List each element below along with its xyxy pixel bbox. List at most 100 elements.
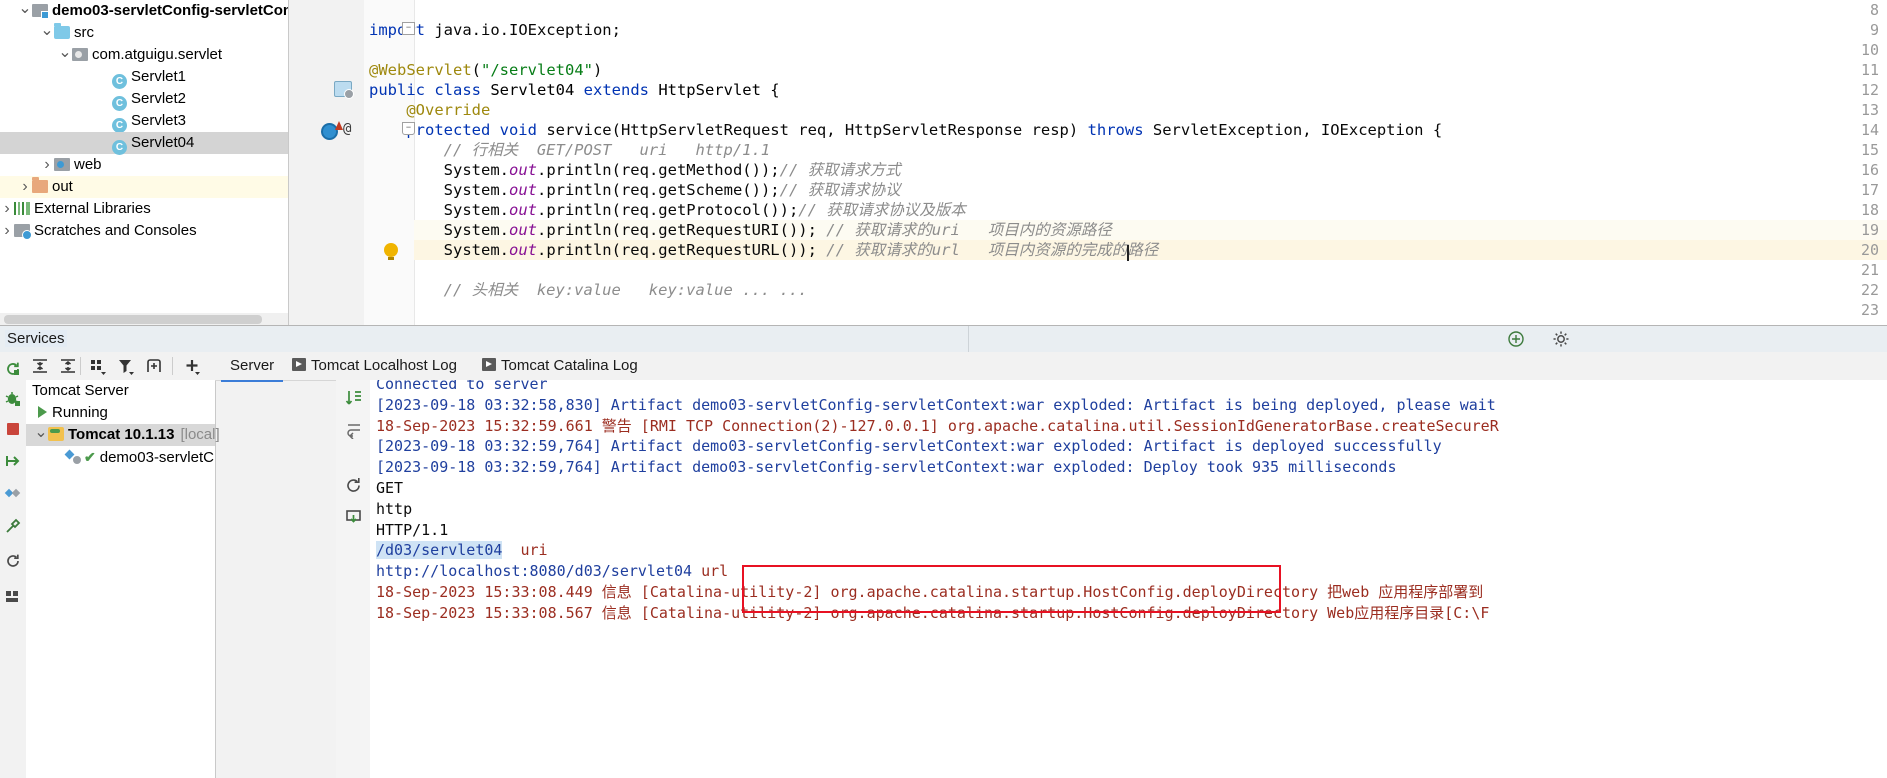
- console-token: url: [701, 562, 729, 581]
- console-line[interactable]: 18-Sep-2023 15:32:59.661 警告 [RMI TCP Con…: [376, 416, 1499, 436]
- add-tab-icon[interactable]: [144, 356, 164, 376]
- project-tree-item-com-atguigu-servlet[interactable]: ⌄ com.atguigu.servlet: [0, 44, 288, 66]
- console-token: Connected to server: [376, 380, 548, 393]
- settings-icon[interactable]: [4, 518, 22, 536]
- collapse-all-icon[interactable]: [58, 356, 78, 376]
- project-tree-item-web[interactable]: › web: [0, 154, 288, 176]
- project-tree-hscrollbar[interactable]: [4, 315, 262, 324]
- deployed-check-icon: ✔: [84, 449, 96, 465]
- project-tree-item-servlet1[interactable]: C Servlet1: [0, 66, 288, 89]
- override-at-icon[interactable]: @: [343, 121, 351, 137]
- chevron-down-icon[interactable]: ⌄: [34, 425, 48, 441]
- project-tree-item-servlet04[interactable]: C Servlet04: [0, 132, 288, 155]
- code-line[interactable]: protected void service(HttpServletReques…: [369, 120, 1442, 140]
- tab-tomcat-catalina-log[interactable]: Tomcat Catalina Log: [473, 352, 647, 380]
- project-tree-item-servlet2[interactable]: C Servlet2: [0, 88, 288, 111]
- services-tree-item-demo03-servletc[interactable]: ✔ demo03-servletC: [26, 446, 215, 468]
- toolbar-divider-2: [172, 357, 173, 375]
- redeploy-icon[interactable]: [4, 452, 22, 470]
- fold-method-icon[interactable]: −: [402, 122, 415, 135]
- console-tab-bar[interactable]: Server Tomcat Localhost Log Tomcat Catalin…: [215, 352, 1887, 382]
- highlight-annotation-box: [742, 565, 1281, 613]
- project-tree-item-servlet3[interactable]: C Servlet3: [0, 110, 288, 133]
- dashboard-icon[interactable]: [4, 588, 22, 606]
- tab-server[interactable]: Server: [221, 352, 284, 382]
- services-tree-item-tomcat-10-1-13[interactable]: ⌄ Tomcat 10.1.13 [local]: [26, 424, 220, 446]
- chevron-right-icon[interactable]: ›: [0, 220, 14, 242]
- code-editor[interactable]: 8 9 10 11 12 13 14 15 16 17 18 19 20 21 22 23 import ja…: [289, 0, 1887, 327]
- restart-icon[interactable]: [344, 476, 363, 495]
- scroll-to-end-icon[interactable]: [344, 388, 363, 407]
- console-line[interactable]: http://localhost:8080/d03/servlet04 url: [376, 561, 728, 581]
- code-line[interactable]: System.out.println(req.getRequestURL());…: [369, 240, 1159, 260]
- code-line[interactable]: // 头相关 key:value key:value ... ...: [369, 280, 808, 300]
- services-tree-item-label: Running: [52, 404, 108, 421]
- services-run-actions-strip[interactable]: [0, 352, 27, 778]
- project-tree-item-src[interactable]: ⌄ src: [0, 22, 288, 44]
- chevron-right-icon[interactable]: ›: [0, 198, 14, 220]
- code-line[interactable]: System.out.println(req.getMethod());// 获…: [369, 160, 901, 180]
- fold-minus-icon[interactable]: −: [402, 22, 415, 35]
- console-line[interactable]: [2023-09-18 03:32:58,830] Artifact demo0…: [376, 395, 1496, 415]
- add-service-icon[interactable]: [182, 356, 202, 376]
- code-line[interactable]: @WebServlet("/servlet04"): [369, 60, 602, 80]
- group-by-icon[interactable]: [88, 356, 108, 376]
- console-line[interactable]: [2023-09-18 03:32:59,764] Artifact demo0…: [376, 436, 1442, 456]
- console-token: http://localhost:8080/d03/servlet04: [376, 562, 693, 581]
- project-tree-item-demo03-servletconfig-servletcon[interactable]: ⌄ demo03-servletConfig-servletCon: [0, 0, 288, 22]
- code-line[interactable]: // 行相关 GET/POST uri http/1.1: [369, 140, 770, 160]
- deploy-icon[interactable]: [4, 484, 22, 502]
- intention-bulb-icon[interactable]: [384, 243, 398, 260]
- code-token: @Override: [406, 101, 491, 119]
- restart-icon[interactable]: [4, 552, 22, 570]
- hide-icon[interactable]: [1507, 330, 1525, 348]
- code-token: out: [508, 161, 537, 179]
- project-tool-window[interactable]: ⌄ demo03-servletConfig-servletCon ⌄ src ⌄ com…: [0, 0, 289, 327]
- services-tree[interactable]: Tomcat Server Running ⌄ Tomcat 10.1.13 [loca…: [26, 380, 220, 778]
- filter-icon[interactable]: [116, 356, 136, 376]
- project-tree-item-label: Servlet1: [131, 68, 187, 86]
- code-line[interactable]: System.out.println(req.getProtocol());//…: [369, 200, 966, 220]
- code-line[interactable]: @Override: [369, 100, 490, 120]
- project-tree-item-scratches-and-consoles[interactable]: › Scratches and Consoles: [0, 220, 288, 242]
- console-line[interactable]: http: [376, 499, 412, 519]
- code-line[interactable]: System.out.println(req.getRequestURI());…: [369, 220, 1112, 240]
- console-token: [692, 562, 701, 580]
- expand-all-icon[interactable]: [30, 356, 50, 376]
- services-tree-item-running[interactable]: Running: [26, 402, 215, 424]
- code-line[interactable]: System.out.println(req.getScheme());// 获…: [369, 180, 901, 200]
- chevron-right-icon[interactable]: ›: [40, 154, 54, 176]
- console-line[interactable]: [2023-09-18 03:32:59,764] Artifact demo0…: [376, 457, 1396, 477]
- scratches-icon: [14, 224, 32, 240]
- services-tree-item-label: Tomcat 10.1.13: [68, 426, 175, 443]
- console-output[interactable]: Connected to server [2023-09-18 03:32:58,…: [370, 380, 1887, 778]
- print-icon[interactable]: [344, 508, 363, 527]
- project-tree-item-external-libraries[interactable]: › External Libraries: [0, 198, 288, 220]
- services-toolbar[interactable]: [26, 352, 215, 381]
- stop-icon[interactable]: [4, 420, 22, 438]
- console-line[interactable]: Connected to server: [376, 380, 548, 394]
- debug-icon[interactable]: [4, 390, 22, 408]
- java-class-icon: C: [112, 96, 127, 111]
- console-token: [2023-09-18 03:32:59,764] Artifact demo0…: [376, 458, 1397, 477]
- settings-gear-icon[interactable]: [1552, 330, 1570, 348]
- code-line[interactable]: public class Servlet04 extends HttpServl…: [369, 80, 780, 100]
- chevron-right-icon[interactable]: ›: [18, 176, 32, 198]
- console-line[interactable]: GET: [376, 478, 403, 498]
- console-line[interactable]: HTTP/1.1: [376, 520, 448, 540]
- services-tree-item-tomcat-server[interactable]: Tomcat Server: [26, 380, 215, 402]
- override-arrow-icon[interactable]: [335, 121, 343, 130]
- soft-wrap-icon[interactable]: [344, 420, 363, 440]
- console-line[interactable]: /d03/servlet04 uri: [376, 540, 548, 560]
- chevron-down-icon[interactable]: ⌄: [18, 1, 32, 17]
- console-actions-strip[interactable]: [336, 380, 371, 778]
- run-icon: [292, 358, 306, 371]
- chevron-down-icon[interactable]: ⌄: [58, 45, 72, 61]
- code-text[interactable]: import java.io.IOException; @WebServlet("…: [289, 0, 1887, 327]
- chevron-down-icon[interactable]: ⌄: [40, 23, 54, 39]
- class-marker-icon[interactable]: [334, 81, 354, 99]
- tab-tomcat-localhost-log[interactable]: Tomcat Localhost Log: [283, 352, 466, 380]
- rerun-icon[interactable]: [4, 360, 22, 378]
- project-tree-item-out[interactable]: › out: [0, 176, 288, 198]
